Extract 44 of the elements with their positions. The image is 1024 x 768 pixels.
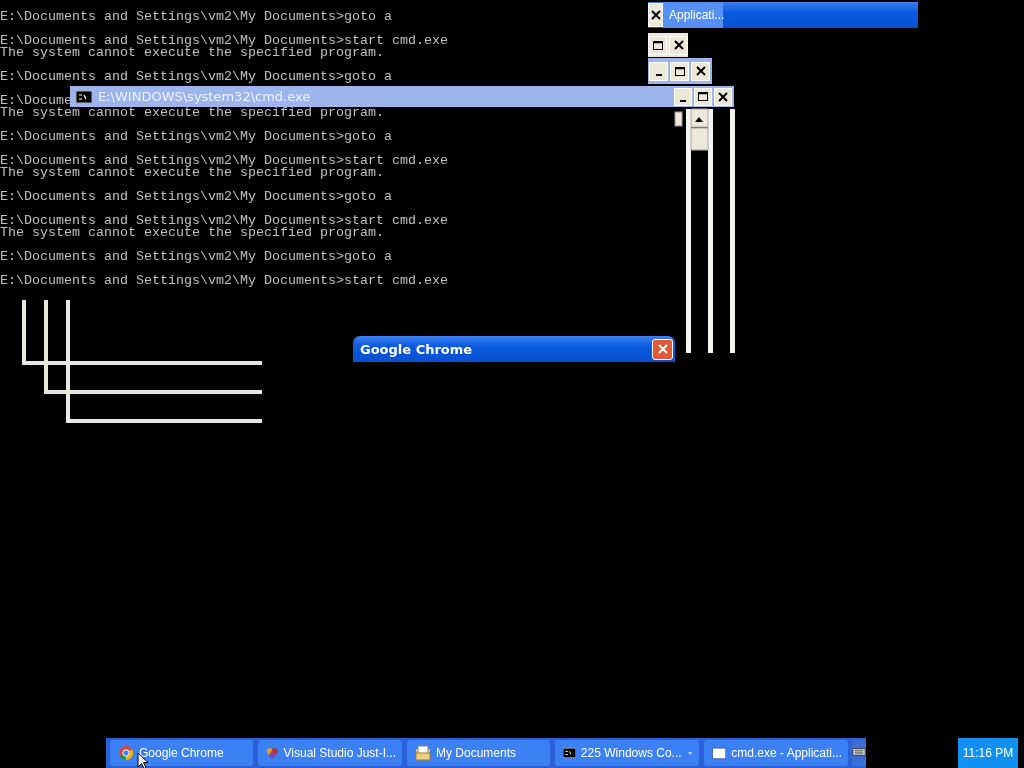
console-line: E:\Documents and Settings\vm2\My Documents>start cmd.exe	[0, 155, 448, 167]
console-line: The system cannot execute the specified program.	[0, 227, 384, 239]
close-icon	[657, 344, 668, 354]
window-title: Google Chrome	[360, 341, 473, 357]
console-line: E:\Documents and Settings\vm2\My Documents>goto a	[0, 71, 392, 83]
console-line: E:\Documents and Settings\vm2\My Documents>goto a	[0, 11, 392, 23]
taskbar-button[interactable]: Visual Studio Just-I...	[258, 740, 402, 766]
close-icon	[695, 66, 706, 76]
maximize-icon	[652, 40, 663, 50]
close-button[interactable]	[669, 35, 688, 55]
console-line: The system cannot execute the specified program.	[0, 107, 384, 119]
maximize-icon	[698, 92, 708, 101]
console-line: E:\Documents and Settings\vm2\My Documents>goto a	[0, 251, 392, 263]
dropdown-caret-icon	[686, 750, 693, 756]
clock: 11:16 PM	[958, 738, 1018, 768]
maximize-button[interactable]	[648, 35, 667, 55]
keyboard-icon[interactable]	[852, 738, 866, 768]
console-line: The system cannot execute the specified program.	[0, 167, 384, 179]
folder-icon	[415, 745, 431, 761]
console-icon	[563, 745, 576, 761]
window-title: E:\WINDOWS\system32\cmd.exe	[98, 89, 311, 104]
maximize-icon	[674, 66, 685, 76]
window-title: Applicati...	[663, 2, 723, 28]
console-line: E:\Documents and Settings\vm2\My Documents>start cmd.exe	[0, 35, 448, 47]
taskbar-button[interactable]: My Documents	[407, 740, 550, 766]
chrome-icon	[118, 745, 134, 761]
taskbar-button[interactable]: 225 Windows Co...	[555, 740, 699, 766]
close-button[interactable]	[648, 3, 663, 27]
taskbar-button[interactable]: cmd.exe - Applicati...	[704, 740, 848, 766]
console-icon	[76, 88, 92, 105]
console-line: E:\Documents and Settings\vm2\My Documents>goto a	[0, 191, 392, 203]
console-line: E:\Documents and Settings\vm2\My Documents>start cmd.exe	[0, 275, 448, 287]
console-line: E:\Documents and Settings\vm2\My Documents>start cmd.exe	[0, 215, 448, 227]
close-icon	[650, 10, 661, 20]
console-line: E:\Documents and Settings\vm2\My Documents>goto a	[0, 131, 392, 143]
close-icon	[673, 40, 684, 50]
colorful-circles-icon	[266, 745, 279, 761]
taskbar-button[interactable]: Google Chrome	[110, 740, 253, 766]
minimize-icon	[680, 99, 686, 102]
window-icon	[712, 745, 727, 761]
minimize-icon	[655, 74, 662, 76]
close-icon	[718, 91, 728, 102]
console-line: E:\Docume	[0, 95, 72, 107]
console-line: The system cannot execute the specified program.	[0, 47, 384, 59]
